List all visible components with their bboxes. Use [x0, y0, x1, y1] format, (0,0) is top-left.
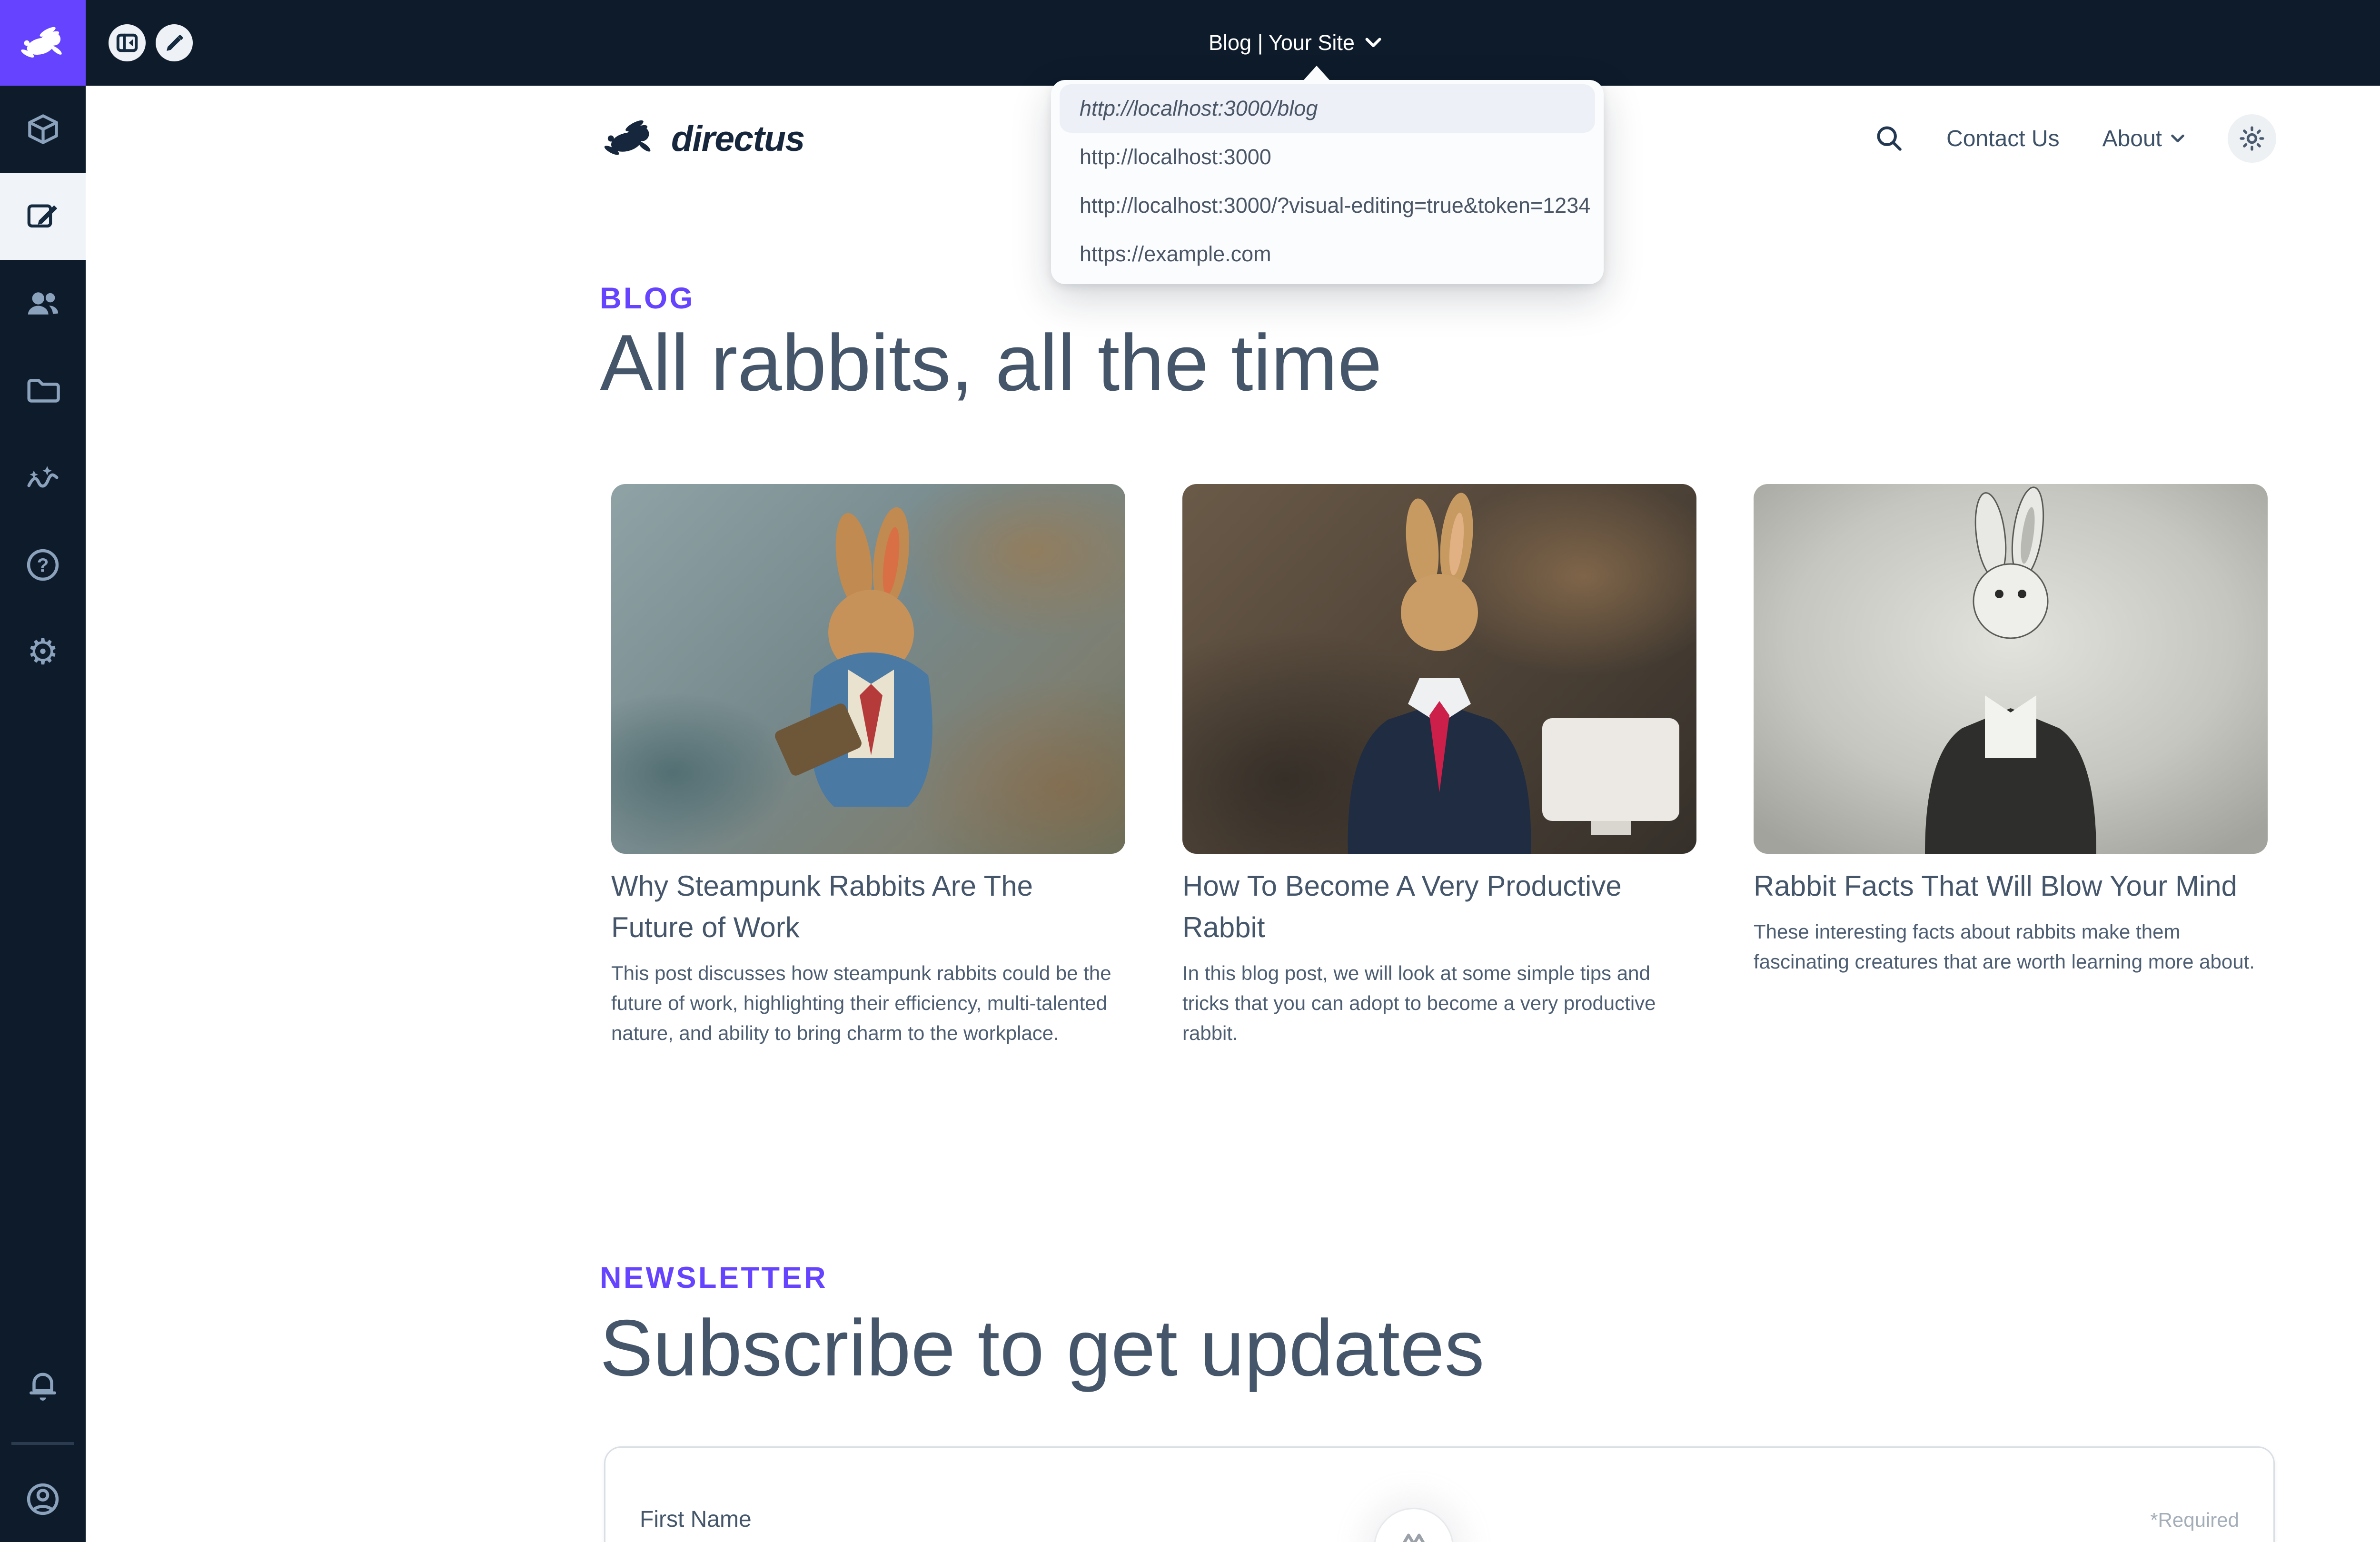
- url-menu-item[interactable]: http://localhost:3000/?visual-editing=tr…: [1060, 181, 1595, 230]
- nav-label: Contact Us: [1946, 126, 2059, 152]
- newsletter-title: Subscribe to get updates: [600, 1299, 1485, 1396]
- sidebar-item-insights[interactable]: [0, 434, 86, 521]
- bell-icon: [24, 1369, 61, 1406]
- sidebar-item-settings[interactable]: ⚙: [0, 608, 86, 695]
- help-icon: ?: [24, 546, 61, 583]
- sun-icon: [2238, 124, 2266, 153]
- blog-post-card[interactable]: Rabbit Facts That Will Blow Your Mind Th…: [1754, 484, 2268, 1048]
- site-container: directus Contact Us About: [600, 86, 2276, 1542]
- account-button[interactable]: [0, 1456, 86, 1542]
- topbar: Blog | Your Site 1860 × 1020 100%: [0, 0, 2380, 86]
- post-description: These interesting facts about rabbits ma…: [1754, 917, 2268, 977]
- post-image-victorian-rabbit[interactable]: [1754, 484, 2268, 854]
- rabbit-logo-icon: [17, 25, 69, 61]
- business-rabbit-illustration: [1182, 484, 1696, 854]
- post-image-steampunk-rabbit[interactable]: [611, 484, 1125, 854]
- nav-link-contact-us[interactable]: Contact Us: [1946, 126, 2059, 152]
- blog-post-grid: Why Steampunk Rabbits Are The Future of …: [611, 484, 2268, 1048]
- site-brand-link[interactable]: directus: [600, 118, 804, 159]
- folder-icon: [24, 372, 61, 409]
- blog-section-label: BLOG: [600, 281, 695, 316]
- gear-icon: ⚙: [27, 634, 59, 670]
- page-title-dropdown[interactable]: Blog | Your Site: [1209, 0, 1382, 86]
- menu-arrow: [1304, 66, 1329, 80]
- visual-editor-icon: [25, 198, 61, 234]
- theme-toggle-button[interactable]: [2228, 114, 2276, 163]
- directus-rabbit-icon: [600, 119, 658, 158]
- post-title[interactable]: Why Steampunk Rabbits Are The Future of …: [611, 865, 1118, 948]
- collapse-sidebar-button[interactable]: [109, 24, 146, 61]
- module-sidebar: ? ⚙: [0, 0, 86, 1542]
- nav-label: About: [2102, 126, 2162, 152]
- pencil-icon: [164, 32, 185, 54]
- url-menu-item[interactable]: https://example.com: [1060, 230, 1595, 278]
- sidebar-item-help[interactable]: ?: [0, 521, 86, 608]
- insights-icon: [24, 459, 61, 496]
- chevron-down-icon: [1365, 37, 1382, 49]
- brand-wordmark: directus: [671, 118, 804, 159]
- url-menu-item[interactable]: http://localhost:3000: [1060, 133, 1595, 181]
- steampunk-rabbit-illustration: [611, 484, 1125, 854]
- blog-post-card[interactable]: Why Steampunk Rabbits Are The Future of …: [611, 484, 1125, 1048]
- url-menu-item[interactable]: http://localhost:3000/blog: [1060, 84, 1595, 133]
- blog-post-card[interactable]: How To Become A Very Productive Rabbit I…: [1182, 484, 1696, 1048]
- account-circle-icon: [24, 1481, 61, 1518]
- chevron-down-icon: [2171, 134, 2185, 144]
- site-nav: Contact Us About: [1875, 114, 2276, 163]
- page-title: Blog | Your Site: [1209, 30, 1355, 55]
- notifications-button[interactable]: [0, 1344, 86, 1431]
- sidebar-item-visual-editor[interactable]: [0, 173, 86, 260]
- sidebar-item-content[interactable]: [0, 86, 86, 173]
- nuxt-mountains-icon: [1392, 1519, 1435, 1542]
- post-title[interactable]: How To Become A Very Productive Rabbit: [1182, 865, 1689, 948]
- svg-text:?: ?: [37, 554, 49, 576]
- sidebar-spacer: [0, 695, 86, 1344]
- nav-link-about[interactable]: About: [2102, 126, 2185, 152]
- directus-logo[interactable]: [0, 0, 86, 86]
- collapse-panel-icon: [116, 31, 139, 54]
- sidebar-item-files[interactable]: [0, 347, 86, 434]
- search-button[interactable]: [1875, 124, 1904, 153]
- site-preview: directus Contact Us About: [86, 86, 2380, 1542]
- edit-mode-button[interactable]: [156, 24, 193, 61]
- content-box-icon: [25, 111, 61, 147]
- sidebar-item-users[interactable]: [0, 260, 86, 347]
- newsletter-section-label: NEWSLETTER: [600, 1261, 828, 1295]
- users-icon: [24, 285, 61, 322]
- blog-title: All rabbits, all the time: [600, 314, 1382, 411]
- search-icon: [1875, 124, 1904, 153]
- directus-visual-editor-app: Blog | Your Site 1860 × 1020 100%: [0, 0, 2380, 1542]
- required-note: *Required: [2150, 1509, 2239, 1532]
- post-description: This post discusses how steampunk rabbit…: [611, 958, 1125, 1048]
- post-title[interactable]: Rabbit Facts That Will Blow Your Mind: [1754, 865, 2261, 907]
- url-switcher-menu: http://localhost:3000/blog http://localh…: [1051, 80, 1604, 284]
- first-name-label: First Name: [640, 1506, 752, 1532]
- sidebar-divider: [11, 1442, 74, 1445]
- post-description: In this blog post, we will look at some …: [1182, 958, 1696, 1048]
- victorian-rabbit-illustration: [1754, 484, 2268, 854]
- post-image-business-rabbit[interactable]: [1182, 484, 1696, 854]
